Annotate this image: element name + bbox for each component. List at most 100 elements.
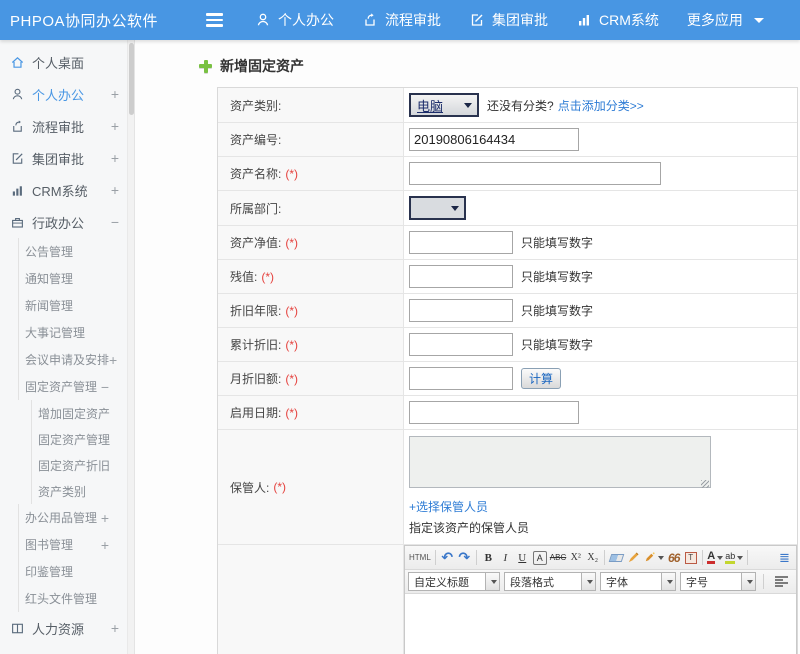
eraser-icon[interactable] [608, 548, 625, 567]
calculate-button[interactable]: 计算 [521, 368, 561, 389]
field-label: 所属部门: [218, 191, 404, 225]
hamburger-menu-icon[interactable] [206, 13, 223, 27]
editor-toolbar-row1: HTML ↶ ↷ B I U A ABC X² [405, 546, 796, 570]
sidebar-item-personal-desktop[interactable]: 个人桌面 [0, 46, 127, 78]
start-date-input[interactable] [409, 401, 579, 424]
nav-personal-office[interactable]: 个人办公 [255, 10, 334, 30]
font-style-button[interactable]: A [533, 551, 547, 565]
nav-crm[interactable]: CRM系统 [576, 10, 659, 30]
redo-icon[interactable]: ↷ [456, 548, 473, 567]
bar-chart-icon [576, 12, 592, 28]
sidebar-item-document-mgmt[interactable]: 公文管理 + [0, 644, 127, 654]
sidebar-item-personal-office[interactable]: 个人办公 + [0, 78, 127, 110]
sidebar-item-news-mgmt[interactable]: 新闻管理 [18, 292, 127, 319]
format-painter-icon[interactable] [642, 548, 665, 567]
clear-format-brush-icon[interactable] [625, 548, 642, 567]
sidebar-item-hr[interactable]: 人力资源 + [0, 612, 127, 644]
form-row-editor: HTML ↶ ↷ B I U A ABC X² [218, 545, 797, 654]
net-value-input[interactable] [409, 231, 513, 254]
sidebar-item-admin-office[interactable]: 行政办公 − [0, 206, 127, 238]
sidebar-item-fixed-asset-manage[interactable]: 固定资产管理 [31, 426, 127, 452]
nav-process-approval[interactable]: 流程审批 [362, 10, 441, 30]
italic-button[interactable]: I [497, 548, 514, 567]
caret-down-icon [491, 580, 497, 584]
asset-no-input[interactable] [409, 128, 579, 151]
field-label: 启用日期: (*) [218, 396, 404, 429]
align-left-icon[interactable] [773, 572, 790, 591]
sidebar-item-notice-mgmt[interactable]: 通知管理 [18, 265, 127, 292]
monthly-dep-input[interactable] [409, 367, 513, 390]
bar-chart-icon [9, 182, 25, 198]
scrollbar-thumb[interactable] [129, 43, 134, 115]
sidebar-item-seal-mgmt[interactable]: 印鉴管理 [18, 558, 127, 585]
sidebar-item-fixed-asset-mgmt[interactable]: 固定资产管理 − [18, 373, 127, 400]
select-caret-icon [451, 206, 459, 211]
keeper-textarea[interactable] [409, 436, 711, 488]
sidebar-item-book-mgmt[interactable]: 图书管理 + [18, 531, 127, 558]
residual-input[interactable] [409, 265, 513, 288]
sidebar-item-process-approval[interactable]: 流程审批 + [0, 110, 127, 142]
sidebar-scrollbar[interactable] [127, 40, 134, 654]
sidebar-item-fixed-asset-depreciation[interactable]: 固定资产折旧 [31, 452, 127, 478]
underline-button[interactable]: U [514, 548, 531, 567]
blockquote-button[interactable]: 66 [665, 548, 682, 567]
form-row-monthly-dep: 月折旧额: (*) 计算 [218, 362, 797, 396]
html-source-button[interactable]: HTML [408, 548, 432, 567]
green-plus-icon [199, 60, 212, 73]
rich-text-editor: HTML ↶ ↷ B I U A ABC X² [404, 545, 797, 654]
form-row-start-date: 启用日期: (*) [218, 396, 797, 430]
caret-down-icon [667, 580, 673, 584]
caret-down-icon [747, 580, 753, 584]
nav-more-apps[interactable]: 更多应用 [687, 10, 764, 30]
app-logo: PHPOA协同办公软件 [10, 10, 158, 31]
undo-icon[interactable]: ↶ [439, 548, 456, 567]
edit-square-icon [9, 150, 25, 166]
book-icon [9, 620, 25, 636]
paragraph-format-dropdown[interactable]: 段落格式 [504, 572, 596, 591]
main-content: 新增固定资产 资产类别: 电脑 还没有分类? 点击添加分类>> [135, 40, 800, 654]
sidebar-item-asset-category[interactable]: 资产类别 [31, 478, 127, 504]
briefcase-icon [9, 214, 25, 230]
sidebar-item-office-supplies[interactable]: 办公用品管理 + [18, 504, 127, 531]
field-label: 资产名称: (*) [218, 157, 404, 190]
field-label: 折旧年限: (*) [218, 294, 404, 327]
editor-content[interactable] [405, 594, 796, 654]
custom-title-dropdown[interactable]: 自定义标题 [408, 572, 500, 591]
bold-button[interactable]: B [480, 548, 497, 567]
acc-dep-input[interactable] [409, 333, 513, 356]
no-category-text: 还没有分类? [487, 97, 554, 114]
font-family-dropdown[interactable]: 字体 [600, 572, 676, 591]
strikethrough-button[interactable]: ABC [549, 548, 567, 567]
sidebar-item-group-approval[interactable]: 集团审批 + [0, 142, 127, 174]
select-keeper-link[interactable]: +选择保管人员 [409, 498, 488, 515]
top-navigation: 个人办公 流程审批 集团审批 CRM系统 更多应用 [255, 10, 792, 30]
superscript-button[interactable]: X² [567, 548, 584, 567]
paste-icon[interactable]: T [682, 548, 699, 567]
nav-group-approval[interactable]: 集团审批 [469, 10, 548, 30]
field-label: 累计折旧: (*) [218, 328, 404, 361]
edit-square-icon [469, 12, 485, 28]
category-select[interactable]: 电脑 [409, 93, 479, 117]
dep-years-input[interactable] [409, 299, 513, 322]
sidebar-item-official-doc-mgmt[interactable]: 红头文件管理 [18, 585, 127, 612]
sidebar-item-meeting-mgmt[interactable]: 会议申请及安排 + [18, 346, 127, 373]
subscript-button[interactable]: X₂ [584, 548, 601, 567]
sidebar-item-add-fixed-asset[interactable]: 增加固定资产 [31, 400, 127, 426]
keeper-note: 指定该资产的保管人员 [409, 519, 529, 536]
asset-name-input[interactable] [409, 162, 661, 185]
highlight-color-button[interactable]: ab [724, 548, 744, 567]
form-row-keeper: 保管人: (*) +选择保管人员 指定该资产的保管人员 [218, 430, 797, 545]
department-select[interactable] [409, 196, 466, 220]
app-window: PHPOA协同办公软件 个人办公 流程审批 集团审批 [0, 0, 800, 654]
ordered-list-icon[interactable]: ≣ [776, 548, 793, 567]
caret-down-icon [658, 556, 664, 560]
add-category-link[interactable]: 点击添加分类>> [558, 97, 644, 114]
form-row-department: 所属部门: [218, 191, 797, 226]
field-label: 残值: (*) [218, 260, 404, 293]
font-size-dropdown[interactable]: 字号 [680, 572, 756, 591]
select-caret-icon [464, 103, 472, 108]
sidebar-item-crm[interactable]: CRM系统 + [0, 174, 127, 206]
sidebar-item-announcement-mgmt[interactable]: 公告管理 [18, 238, 127, 265]
sidebar-item-events-mgmt[interactable]: 大事记管理 [18, 319, 127, 346]
font-color-button[interactable]: A [706, 548, 724, 567]
